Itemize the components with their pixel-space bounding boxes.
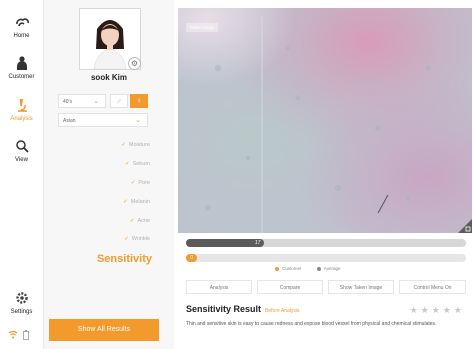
show-all-results-button[interactable]: Show All Results [49, 319, 159, 341]
customer-score-bar: 17 [186, 239, 466, 247]
result-title: Sensitivity Result Before Analysis [186, 304, 300, 314]
check-icon: ✓ [123, 199, 128, 205]
female-icon: ♀ [136, 96, 142, 105]
nav-view[interactable]: View [0, 138, 43, 163]
control-menu-button[interactable]: Control Menu On [399, 280, 466, 294]
nav-settings[interactable]: Settings [0, 290, 43, 315]
nav-home-label: Home [13, 33, 30, 39]
average-score-value: 0 [190, 255, 193, 261]
check-icon: ✓ [124, 236, 129, 242]
nav-home[interactable]: Home [0, 14, 43, 39]
average-dot-icon [316, 266, 321, 271]
metric-label: Pore [138, 180, 150, 186]
nav-customer-label: Customer [8, 74, 35, 80]
main-area: Taken Image 17 0 Customer Average Analys… [175, 0, 473, 349]
customer-score-value: 17 [254, 240, 261, 246]
analysis-button[interactable]: Analysis [186, 280, 252, 294]
customer-dot-icon [275, 266, 279, 271]
metric-label: Wrinkle [131, 236, 150, 242]
gear-icon [15, 292, 28, 304]
customer-name: sook Kim [90, 73, 127, 82]
wifi-icon [8, 330, 18, 339]
legend-customer: Customer [282, 266, 302, 271]
metric-sensitivity-selected[interactable]: Sensitivity [97, 253, 152, 265]
nav-analysis[interactable]: Analysis [0, 97, 43, 122]
gender-male-button[interactable]: ♂ [110, 94, 128, 108]
corner-icon [458, 219, 472, 233]
edit-profile-gear-icon[interactable]: ⚙ [128, 57, 141, 70]
nav-settings-label: Settings [10, 309, 33, 315]
metric-label: Sebum [132, 161, 150, 167]
person-icon [16, 56, 27, 70]
check-icon: ✓ [124, 161, 130, 167]
metric-acne[interactable]: ✓ Acne [130, 218, 150, 224]
metric-melanin[interactable]: ✓ Melanin [123, 199, 150, 205]
nav-customer[interactable]: Customer [0, 55, 43, 80]
chevron-down-icon: ⌄ [93, 98, 99, 105]
age-value: 40's [63, 99, 73, 105]
skin-image[interactable]: Taken Image [178, 8, 472, 233]
nav-view-label: View [15, 157, 28, 163]
chevron-down-icon: ⌄ [135, 117, 141, 124]
battery-icon [23, 330, 29, 340]
skin-image-texture [178, 8, 472, 233]
compare-button[interactable]: Compare [257, 280, 323, 294]
check-icon: ✓ [129, 218, 135, 224]
check-icon: ✓ [121, 142, 126, 148]
average-score-fill: 0 [186, 254, 198, 262]
metric-label: Acne [137, 218, 150, 224]
metric-moisture[interactable]: ✓ Moisture [121, 142, 150, 148]
left-nav: Home Customer Analysis View Settings [0, 0, 44, 349]
gender-female-button[interactable]: ♀ [130, 94, 148, 108]
cloud-icon [15, 18, 29, 27]
metric-wrinkle[interactable]: ✓ Wrinkle [124, 236, 150, 242]
metric-sebum[interactable]: ✓ Sebum [125, 161, 150, 167]
rating-stars: ★★★★★ [409, 305, 465, 315]
male-icon: ♂ [116, 97, 122, 106]
image-corner-button[interactable] [458, 219, 472, 233]
customer-score-fill: 17 [186, 239, 265, 247]
ethnicity-value: Asian [63, 118, 76, 124]
taken-image-tag: Taken Image [186, 23, 218, 32]
status-icons [8, 330, 38, 340]
age-select[interactable]: 40's ⌄ [58, 94, 106, 108]
magnifier-icon [15, 140, 29, 153]
profile-panel: ⚙ sook Kim 40's ⌄ ♂ ♀ Asian ⌄ ✓ Moisture … [44, 0, 174, 349]
metric-label: Melanin [130, 199, 150, 205]
average-score-bar: 0 [186, 254, 466, 262]
nav-analysis-label: Analysis [10, 116, 33, 122]
check-icon: ✓ [130, 180, 136, 186]
metric-pore[interactable]: ✓ Pore [131, 180, 150, 186]
result-subtitle: Before Analysis [265, 308, 300, 314]
result-description: Thin and sensitive skin is easy to cause… [186, 321, 437, 327]
result-title-text: Sensitivity Result [186, 304, 262, 314]
chart-legend: Customer Average [275, 266, 340, 271]
ethnicity-select[interactable]: Asian ⌄ [58, 113, 148, 127]
show-taken-image-button[interactable]: Show Taken Image [328, 280, 394, 294]
legend-average: Average [323, 266, 341, 271]
metric-label: Moisture [128, 142, 150, 148]
microscope-icon [17, 99, 27, 112]
